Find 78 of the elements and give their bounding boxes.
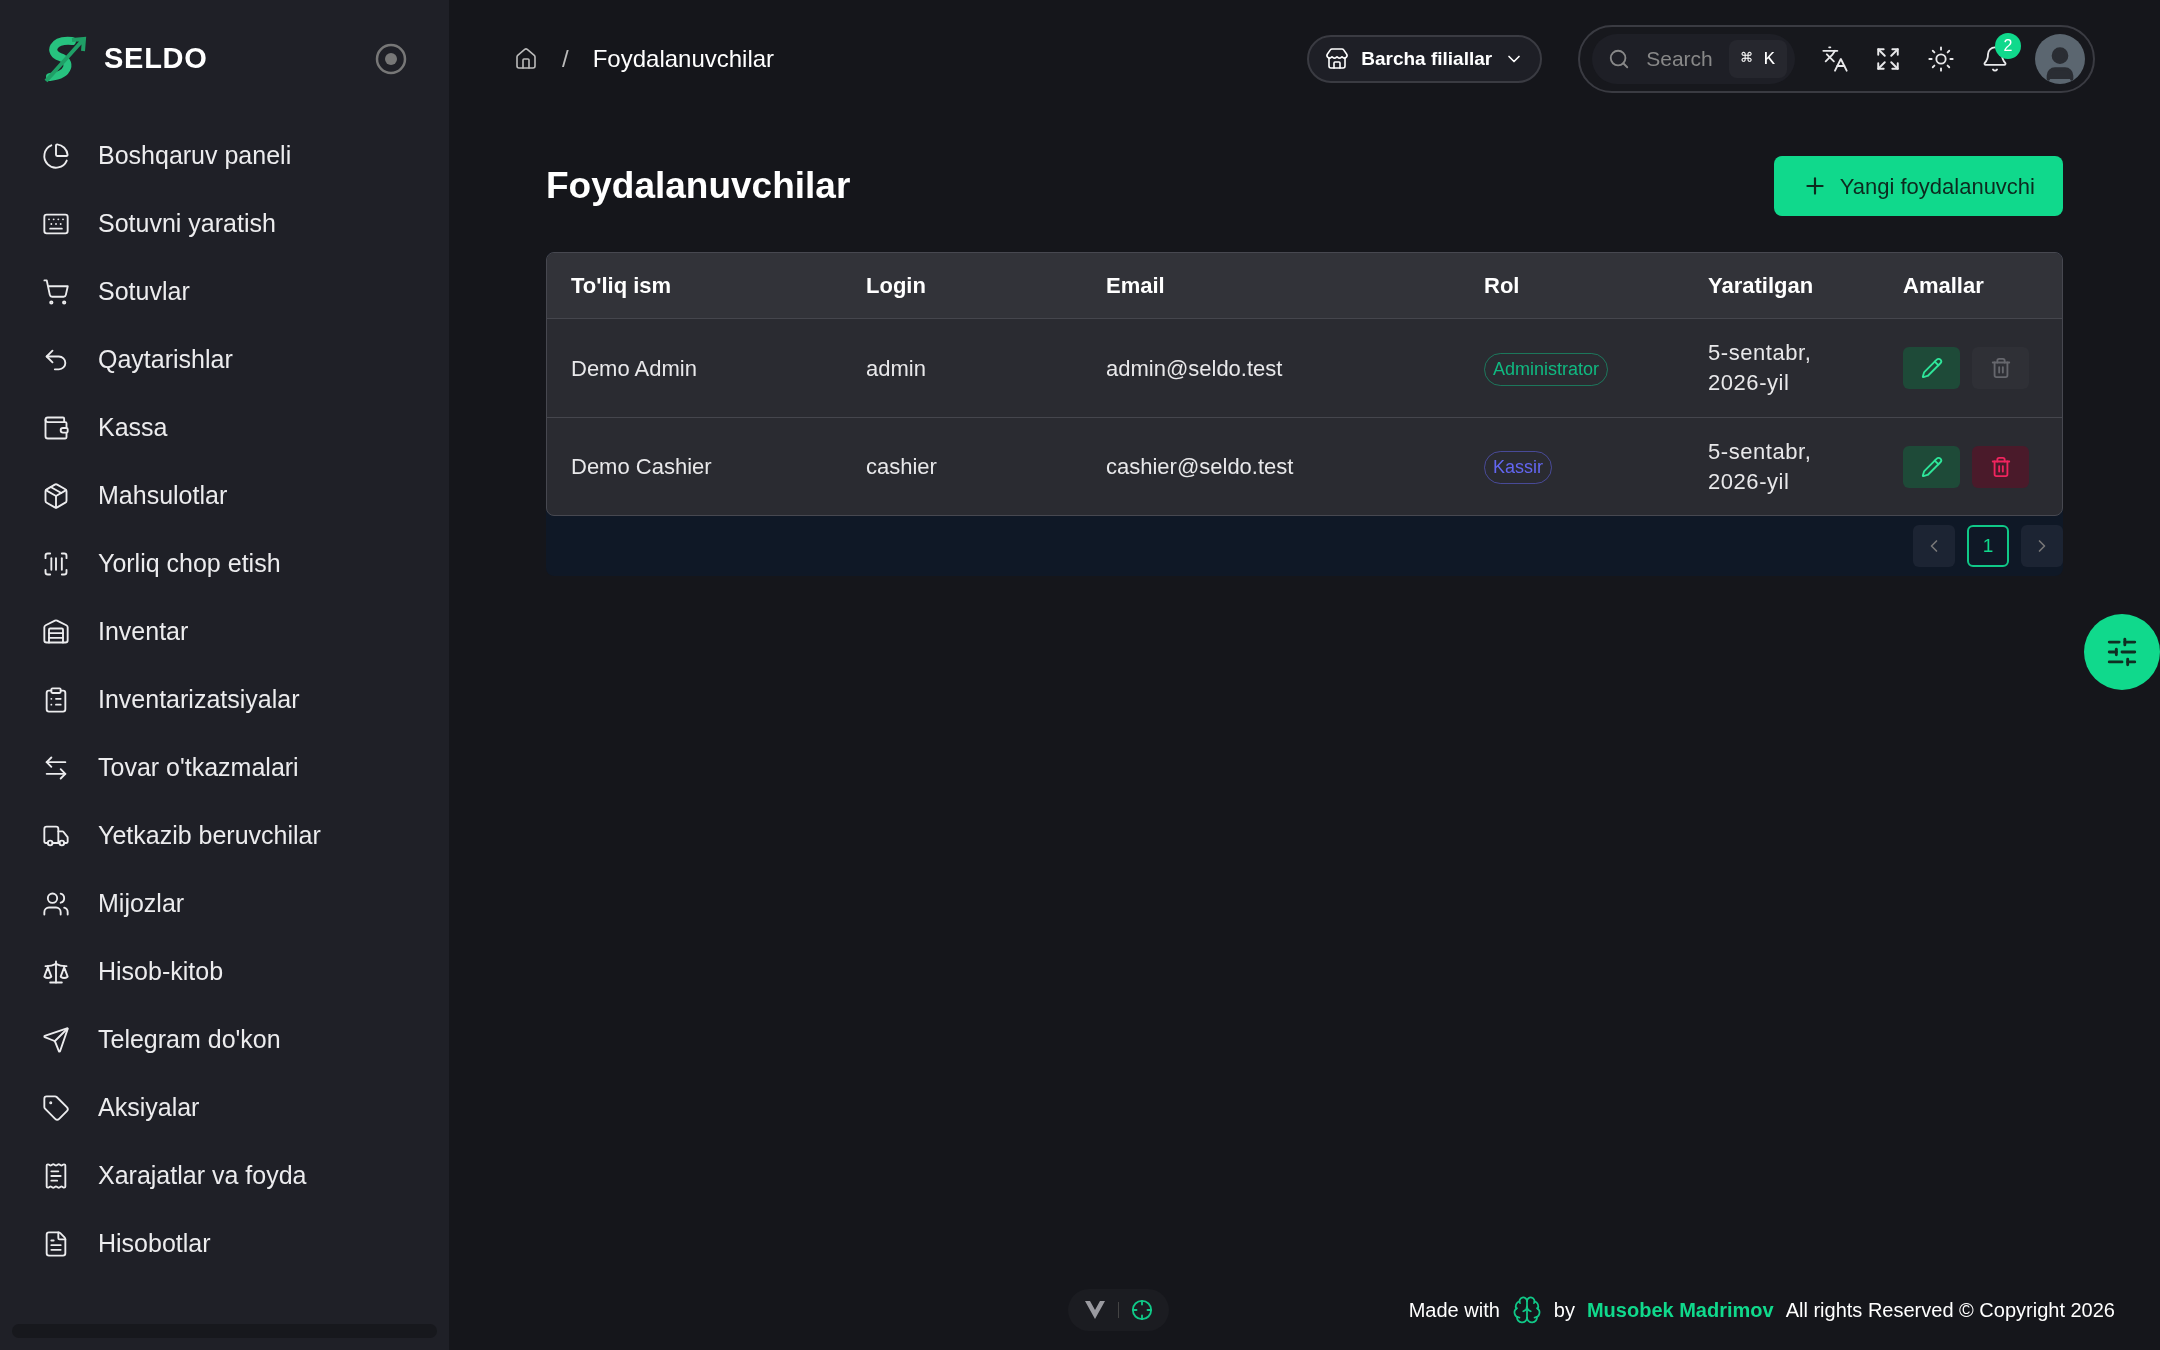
- table-cell-text: cashier@seldo.test: [1106, 453, 1295, 481]
- search-icon: [1608, 48, 1631, 70]
- sidebar-item[interactable]: Sotuvlar: [42, 274, 407, 310]
- sidebar-item[interactable]: Qaytarishlar: [42, 342, 407, 378]
- sidebar-item[interactable]: Hisobotlar: [42, 1226, 407, 1262]
- table-cell-text: Demo Admin: [571, 354, 698, 383]
- column-header: Rol: [1484, 272, 1521, 300]
- delete-button[interactable]: [1972, 445, 2029, 488]
- footer-text: by: [1553, 1298, 1575, 1323]
- edit-button[interactable]: [1903, 445, 1960, 488]
- add-user-button[interactable]: Yangi foydalanuvchi: [1773, 156, 2063, 216]
- table-cell-text: admin@seldo.test: [1106, 354, 1284, 383]
- breadcrumb-current: Foydalanuvchilar: [592, 44, 775, 74]
- v-logo-icon: [1083, 1300, 1106, 1320]
- trash-icon: [1989, 455, 2012, 478]
- translate-icon[interactable]: [1821, 45, 1849, 73]
- column-header: Email: [1106, 272, 1166, 300]
- devtools-pill[interactable]: [1067, 1289, 1169, 1331]
- sidebar-item[interactable]: Mahsulotlar: [42, 478, 407, 514]
- sidebar-item[interactable]: Tovar o'tkazmalari: [42, 750, 407, 786]
- shortcut-key: ⌘ K: [1728, 40, 1787, 78]
- copyright-text: All rights Reserved © Copyright 2026: [1785, 1298, 2115, 1323]
- home-icon[interactable]: [514, 47, 538, 71]
- fullscreen-icon[interactable]: [1875, 46, 1901, 72]
- sidebar-item[interactable]: Inventar: [42, 614, 407, 650]
- date-text: 5-sentabr,: [1708, 339, 1813, 367]
- wallet-icon: [42, 414, 70, 442]
- warehouse-icon: [42, 618, 70, 646]
- author-link[interactable]: Musobek Madrimov: [1586, 1295, 1774, 1325]
- brand-name: SELDO: [104, 41, 208, 77]
- trash-icon: [1989, 357, 2012, 379]
- table-cell-text: admin: [866, 354, 927, 383]
- scale-icon: [42, 958, 70, 986]
- column-header: Amallar: [1903, 272, 1985, 300]
- page-title: Foydalanuvchilar: [546, 164, 851, 209]
- pencil-icon: [1920, 357, 1943, 379]
- sidebar-item[interactable]: Telegram do'kon: [42, 1022, 407, 1058]
- sidebar-item[interactable]: Aksiyalar: [42, 1090, 407, 1126]
- collapse-toggle-icon[interactable]: [375, 43, 407, 75]
- edit-button[interactable]: [1903, 347, 1960, 389]
- sidebar-item[interactable]: Xarajatlar va foyda: [42, 1158, 407, 1194]
- breadcrumb-separator: /: [562, 44, 569, 74]
- notification-badge: 2: [1995, 33, 2021, 59]
- column-header: Yaratilgan: [1708, 272, 1815, 300]
- column-header: Login: [866, 272, 927, 300]
- search-field[interactable]: Search ⌘ K: [1592, 34, 1795, 84]
- sidebar-item[interactable]: Inventarizatsiyalar: [42, 682, 407, 718]
- sidebar-item[interactable]: Sotuvni yaratish: [42, 206, 407, 242]
- table-cell-text: Demo Cashier: [571, 453, 713, 481]
- column-header: To'liq ism: [571, 272, 673, 300]
- sidebar-item[interactable]: Mijozlar: [42, 886, 407, 922]
- sidebar-item[interactable]: Kassa: [42, 410, 407, 446]
- date-text: 2026-yil: [1708, 369, 1791, 397]
- users-icon: [42, 890, 70, 918]
- sliders-icon: [2105, 635, 2139, 669]
- logo-icon: [42, 35, 88, 83]
- date-text: 5-sentabr,: [1708, 437, 1813, 466]
- sidebar-item[interactable]: Yetkazib beruvchilar: [42, 818, 407, 854]
- send-icon: [42, 1026, 70, 1054]
- sidebar-item[interactable]: Yorliq chop etish: [42, 546, 407, 582]
- table-cell-text: cashier: [866, 453, 938, 481]
- brain-icon: [1511, 1295, 1542, 1325]
- pie-chart-icon: [42, 142, 70, 170]
- pencil-icon: [1920, 455, 1943, 478]
- box-icon: [42, 482, 70, 510]
- branch-dropdown[interactable]: Barcha filiallar: [1307, 35, 1543, 83]
- store-icon: [1325, 47, 1350, 71]
- tag-icon: [42, 1094, 70, 1122]
- date-text: 2026-yil: [1708, 467, 1791, 496]
- sun-icon[interactable]: [1927, 45, 1955, 73]
- barcode-icon: [42, 550, 70, 578]
- sidebar-item[interactable]: Hisob-kitob: [42, 954, 407, 990]
- crosshair-icon: [1130, 1299, 1153, 1321]
- footer-text: Made with: [1408, 1298, 1500, 1323]
- avatar[interactable]: [2035, 34, 2085, 84]
- sidebar-item[interactable]: Boshqaruv paneli: [42, 138, 407, 174]
- page-button[interactable]: 1: [1967, 525, 2009, 567]
- cart-icon: [42, 278, 70, 306]
